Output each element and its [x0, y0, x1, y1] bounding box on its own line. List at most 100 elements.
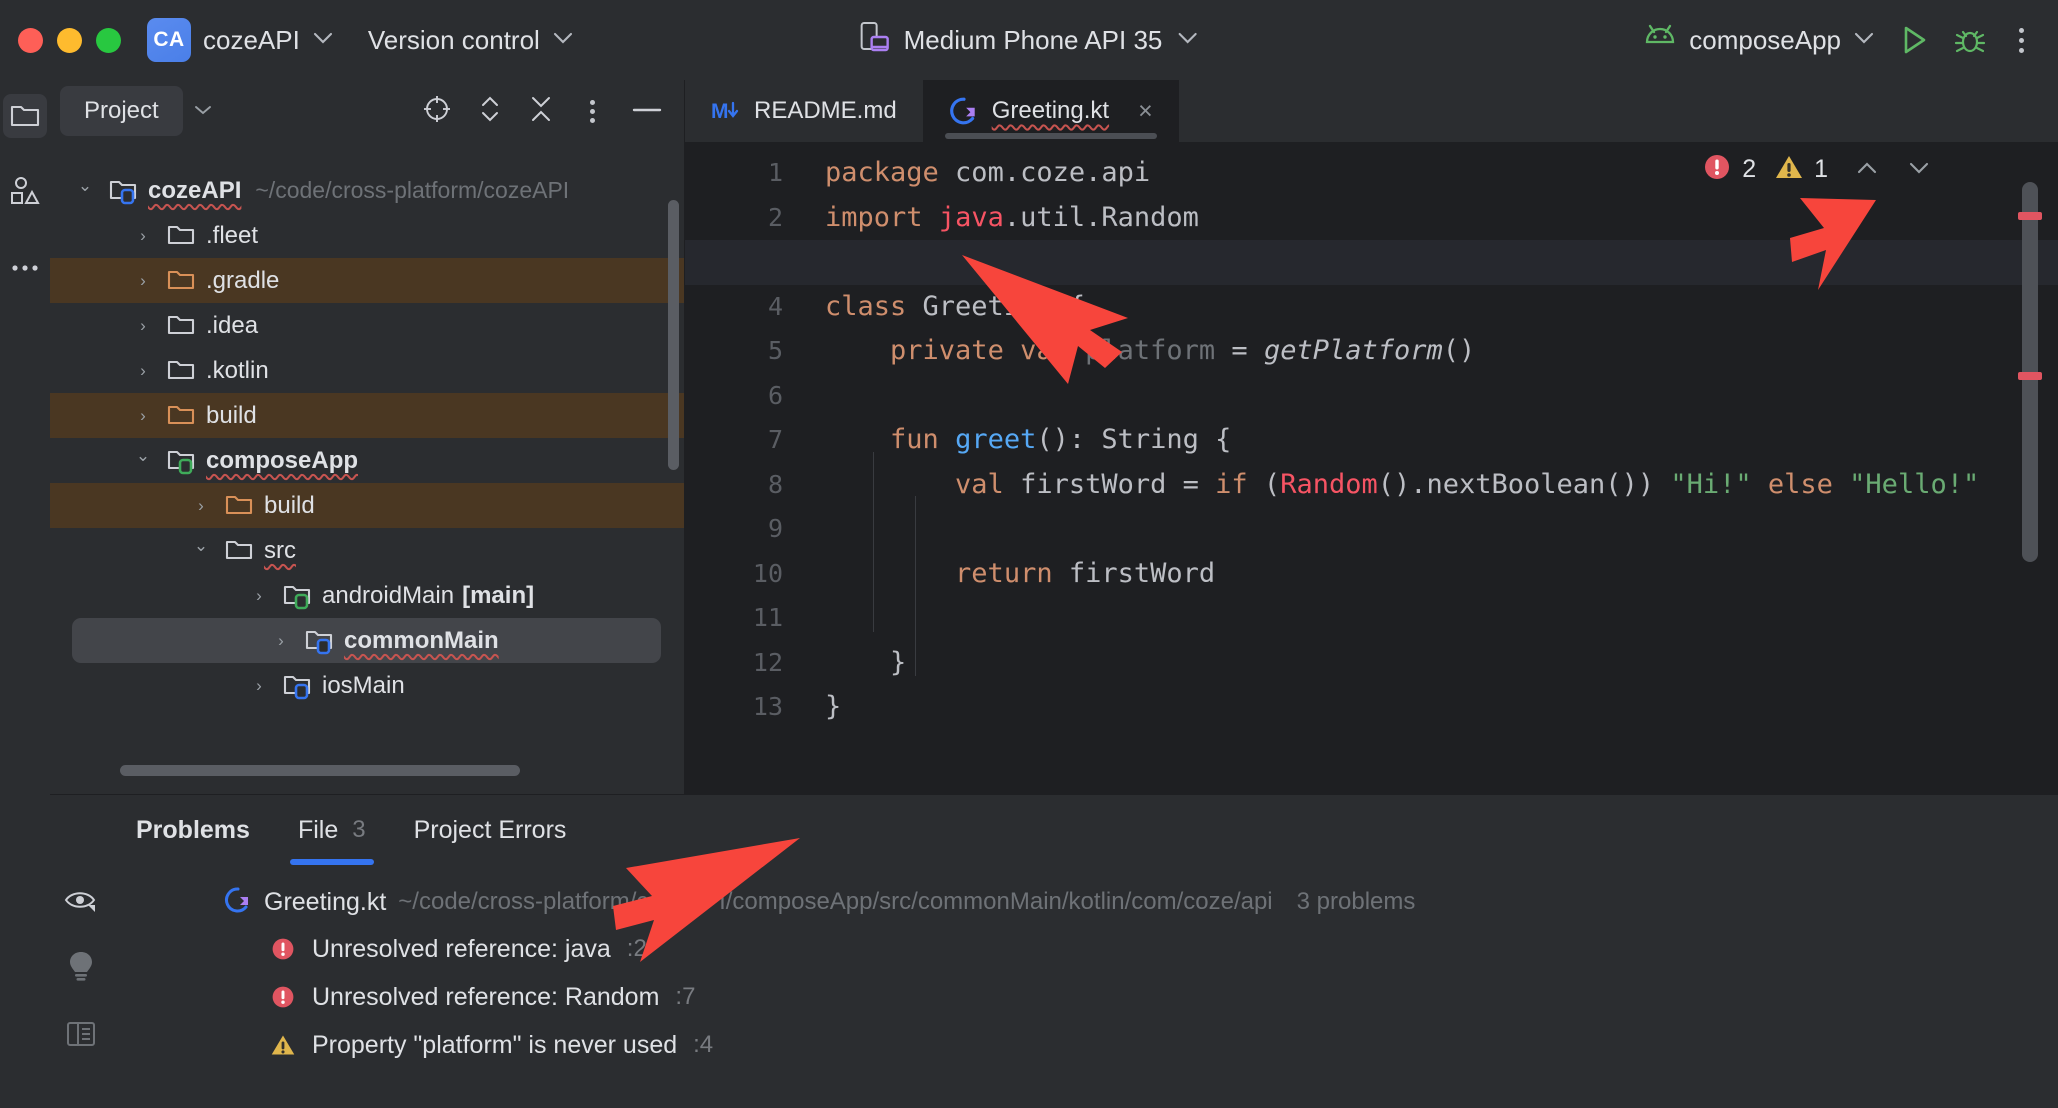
- code-token: [939, 424, 955, 455]
- editor-area: MREADME.md Greeting.kt × 12345678910111213…: [685, 80, 2058, 794]
- tree-item-build[interactable]: build: [50, 393, 685, 438]
- tree-item-kotlin[interactable]: .kotlin: [50, 348, 685, 393]
- code-line[interactable]: [825, 507, 2058, 552]
- code-line[interactable]: [825, 374, 2058, 419]
- folder-icon: [166, 267, 196, 295]
- expand-collapse-icon[interactable]: [478, 94, 502, 129]
- panel-layout-icon[interactable]: [66, 1019, 96, 1054]
- structure-icon[interactable]: [3, 168, 47, 212]
- code-content[interactable]: package com.coze.apiimport java.util.Ran…: [805, 142, 2058, 794]
- problems-tab-file[interactable]: File3: [274, 795, 390, 865]
- preview-icon[interactable]: [64, 887, 98, 918]
- project-icon[interactable]: [3, 94, 47, 138]
- code-line[interactable]: [825, 596, 2058, 641]
- tree-item-label: composeApp: [206, 447, 358, 475]
- editor-tab-greeting-kt[interactable]: Greeting.kt ×: [923, 80, 1179, 142]
- minimize-window-button[interactable]: [57, 28, 82, 53]
- chevron-down-icon[interactable]: [1898, 158, 1940, 182]
- tree-item-iosmain[interactable]: iosMain: [50, 663, 685, 708]
- tree-item-tag: [main]: [462, 582, 534, 610]
- error-stripe-mark[interactable]: [2018, 212, 2042, 220]
- chevron-down-icon[interactable]: [72, 181, 98, 201]
- chevron-right-icon[interactable]: [246, 586, 272, 606]
- collapse-all-icon[interactable]: [528, 94, 554, 129]
- device-selector[interactable]: Medium Phone API 35: [860, 21, 1199, 60]
- code-line[interactable]: class Greeting {: [825, 285, 2058, 330]
- folder-icon: [166, 222, 196, 250]
- window-controls: [18, 28, 121, 53]
- chevron-right-icon[interactable]: [130, 361, 156, 381]
- lightbulb-icon[interactable]: [67, 950, 95, 987]
- editor-tab-label: README.md: [754, 97, 897, 125]
- close-window-button[interactable]: [18, 28, 43, 53]
- problems-tab-project-errors[interactable]: Project Errors: [390, 795, 591, 865]
- run-configuration-selector[interactable]: composeApp: [1643, 24, 1875, 57]
- editor-viewport[interactable]: 12345678910111213 package com.coze.apiim…: [685, 142, 2058, 794]
- editor-tab-readme-md[interactable]: MREADME.md: [685, 80, 923, 142]
- code-token: private val: [890, 335, 1069, 366]
- folder-icon: [166, 402, 196, 430]
- line-number: 5: [685, 329, 783, 374]
- tree-item-cozeapi[interactable]: cozeAPI~/code/cross-platform/cozeAPI: [50, 168, 685, 213]
- tree-item-composeapp[interactable]: composeApp: [50, 438, 685, 483]
- problems-list[interactable]: Greeting.kt ~/code/cross-platform/cozeAP…: [112, 865, 2058, 1108]
- problems-body: Greeting.kt ~/code/cross-platform/cozeAP…: [50, 865, 2058, 1108]
- problem-row[interactable]: Property "platform" is never used:4: [112, 1021, 2058, 1069]
- project-selector[interactable]: CA cozeAPI: [147, 18, 334, 62]
- tree-item-gradle[interactable]: .gradle: [50, 258, 685, 303]
- tree-item-idea[interactable]: .idea: [50, 303, 685, 348]
- code-line[interactable]: }: [825, 641, 2058, 686]
- error-stripe-mark[interactable]: [2018, 372, 2042, 380]
- select-opened-file-icon[interactable]: [422, 94, 452, 129]
- project-tree[interactable]: cozeAPI~/code/cross-platform/cozeAPI.fle…: [50, 142, 685, 794]
- chevron-right-icon[interactable]: [130, 271, 156, 291]
- problems-file-header[interactable]: Greeting.kt ~/code/cross-platform/cozeAP…: [112, 879, 2058, 925]
- run-button[interactable]: [1897, 23, 1931, 57]
- editor-tab-label: Greeting.kt: [992, 97, 1109, 125]
- tree-item-build[interactable]: build: [50, 483, 685, 528]
- close-tab-icon[interactable]: ×: [1138, 97, 1153, 126]
- code-line[interactable]: return firstWord: [825, 552, 2058, 597]
- debug-button[interactable]: [1953, 23, 1987, 57]
- tree-item-src[interactable]: src: [50, 528, 685, 573]
- code-line[interactable]: private val platform = getPlatform(): [825, 329, 2058, 374]
- line-number: 13: [685, 685, 783, 730]
- line-number: 10: [685, 552, 783, 597]
- editor-scrollbar[interactable]: [2022, 182, 2038, 674]
- chevron-right-icon[interactable]: [130, 226, 156, 246]
- chevron-up-icon[interactable]: [1846, 158, 1888, 182]
- hide-tool-window-icon[interactable]: [631, 102, 663, 120]
- chevron-right-icon[interactable]: [130, 406, 156, 426]
- chevron-right-icon[interactable]: [268, 631, 294, 651]
- tree-item-androidmain[interactable]: androidMain[main]: [50, 573, 685, 618]
- problem-row[interactable]: Unresolved reference: java:2: [112, 925, 2058, 973]
- tool-window-tab-project[interactable]: Project: [60, 86, 183, 136]
- code-line[interactable]: [825, 240, 2058, 285]
- tree-item-fleet[interactable]: .fleet: [50, 213, 685, 258]
- line-number: 4: [685, 285, 783, 330]
- code-line[interactable]: }: [825, 685, 2058, 730]
- tree-item-commonmain[interactable]: commonMain: [72, 618, 661, 663]
- inspection-widget[interactable]: 2 1: [1702, 152, 1940, 187]
- chevron-down-icon[interactable]: [130, 451, 156, 471]
- tree-horizontal-scrollbar[interactable]: [120, 765, 520, 776]
- module-folder-icon: [108, 177, 138, 205]
- code-line[interactable]: import java.util.Random: [825, 196, 2058, 241]
- tree-vertical-scrollbar[interactable]: [668, 200, 679, 470]
- problem-row[interactable]: Unresolved reference: Random:7: [112, 973, 2058, 1021]
- more-tool-windows-icon[interactable]: [3, 246, 47, 290]
- module-folder-icon: [282, 582, 312, 610]
- chevron-down-icon: [552, 30, 574, 50]
- chevron-down-icon[interactable]: [188, 541, 214, 561]
- chevron-down-icon[interactable]: [193, 103, 213, 120]
- more-options-icon[interactable]: [2009, 22, 2034, 59]
- code-line[interactable]: fun greet(): String {: [825, 418, 2058, 463]
- chevron-right-icon[interactable]: [188, 496, 214, 516]
- code-line[interactable]: val firstWord = if (Random().nextBoolean…: [825, 463, 2058, 508]
- maximize-window-button[interactable]: [96, 28, 121, 53]
- options-icon[interactable]: [580, 94, 605, 129]
- chevron-right-icon[interactable]: [130, 316, 156, 336]
- version-control-selector[interactable]: Version control: [368, 25, 574, 56]
- chevron-right-icon[interactable]: [246, 676, 272, 696]
- code-token: com.coze.api: [939, 157, 1150, 188]
